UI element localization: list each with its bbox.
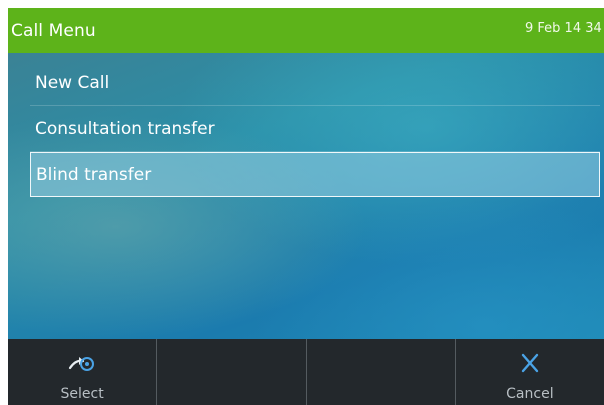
phone-screen: Call Menu 9 Feb 14 34 New Call Consultat… — [8, 8, 604, 405]
softkey-bar: Select Cancel — [8, 339, 604, 405]
screen-title: Call Menu — [11, 20, 96, 41]
softkey-label: Select — [60, 386, 104, 402]
call-menu-list: New Call Consultation transfer Blind tra… — [30, 60, 600, 197]
close-icon — [521, 353, 539, 373]
menu-item-label: Consultation transfer — [35, 118, 215, 139]
softkey-3[interactable] — [307, 339, 456, 405]
title-bar: Call Menu 9 Feb 14 34 — [8, 8, 604, 53]
cancel-softkey[interactable]: Cancel — [456, 339, 604, 405]
menu-item-label: New Call — [35, 72, 110, 93]
menu-item-consultation-transfer[interactable]: Consultation transfer — [30, 106, 600, 152]
menu-item-label: Blind transfer — [36, 164, 152, 185]
date-time: 9 Feb 14 34 — [525, 21, 602, 36]
select-arrow-icon — [69, 357, 95, 371]
menu-item-blind-transfer[interactable]: Blind transfer — [30, 152, 600, 197]
select-softkey[interactable]: Select — [8, 339, 158, 405]
softkey-2[interactable] — [157, 339, 307, 405]
softkey-label: Cancel — [506, 386, 554, 402]
menu-item-new-call[interactable]: New Call — [30, 60, 600, 106]
